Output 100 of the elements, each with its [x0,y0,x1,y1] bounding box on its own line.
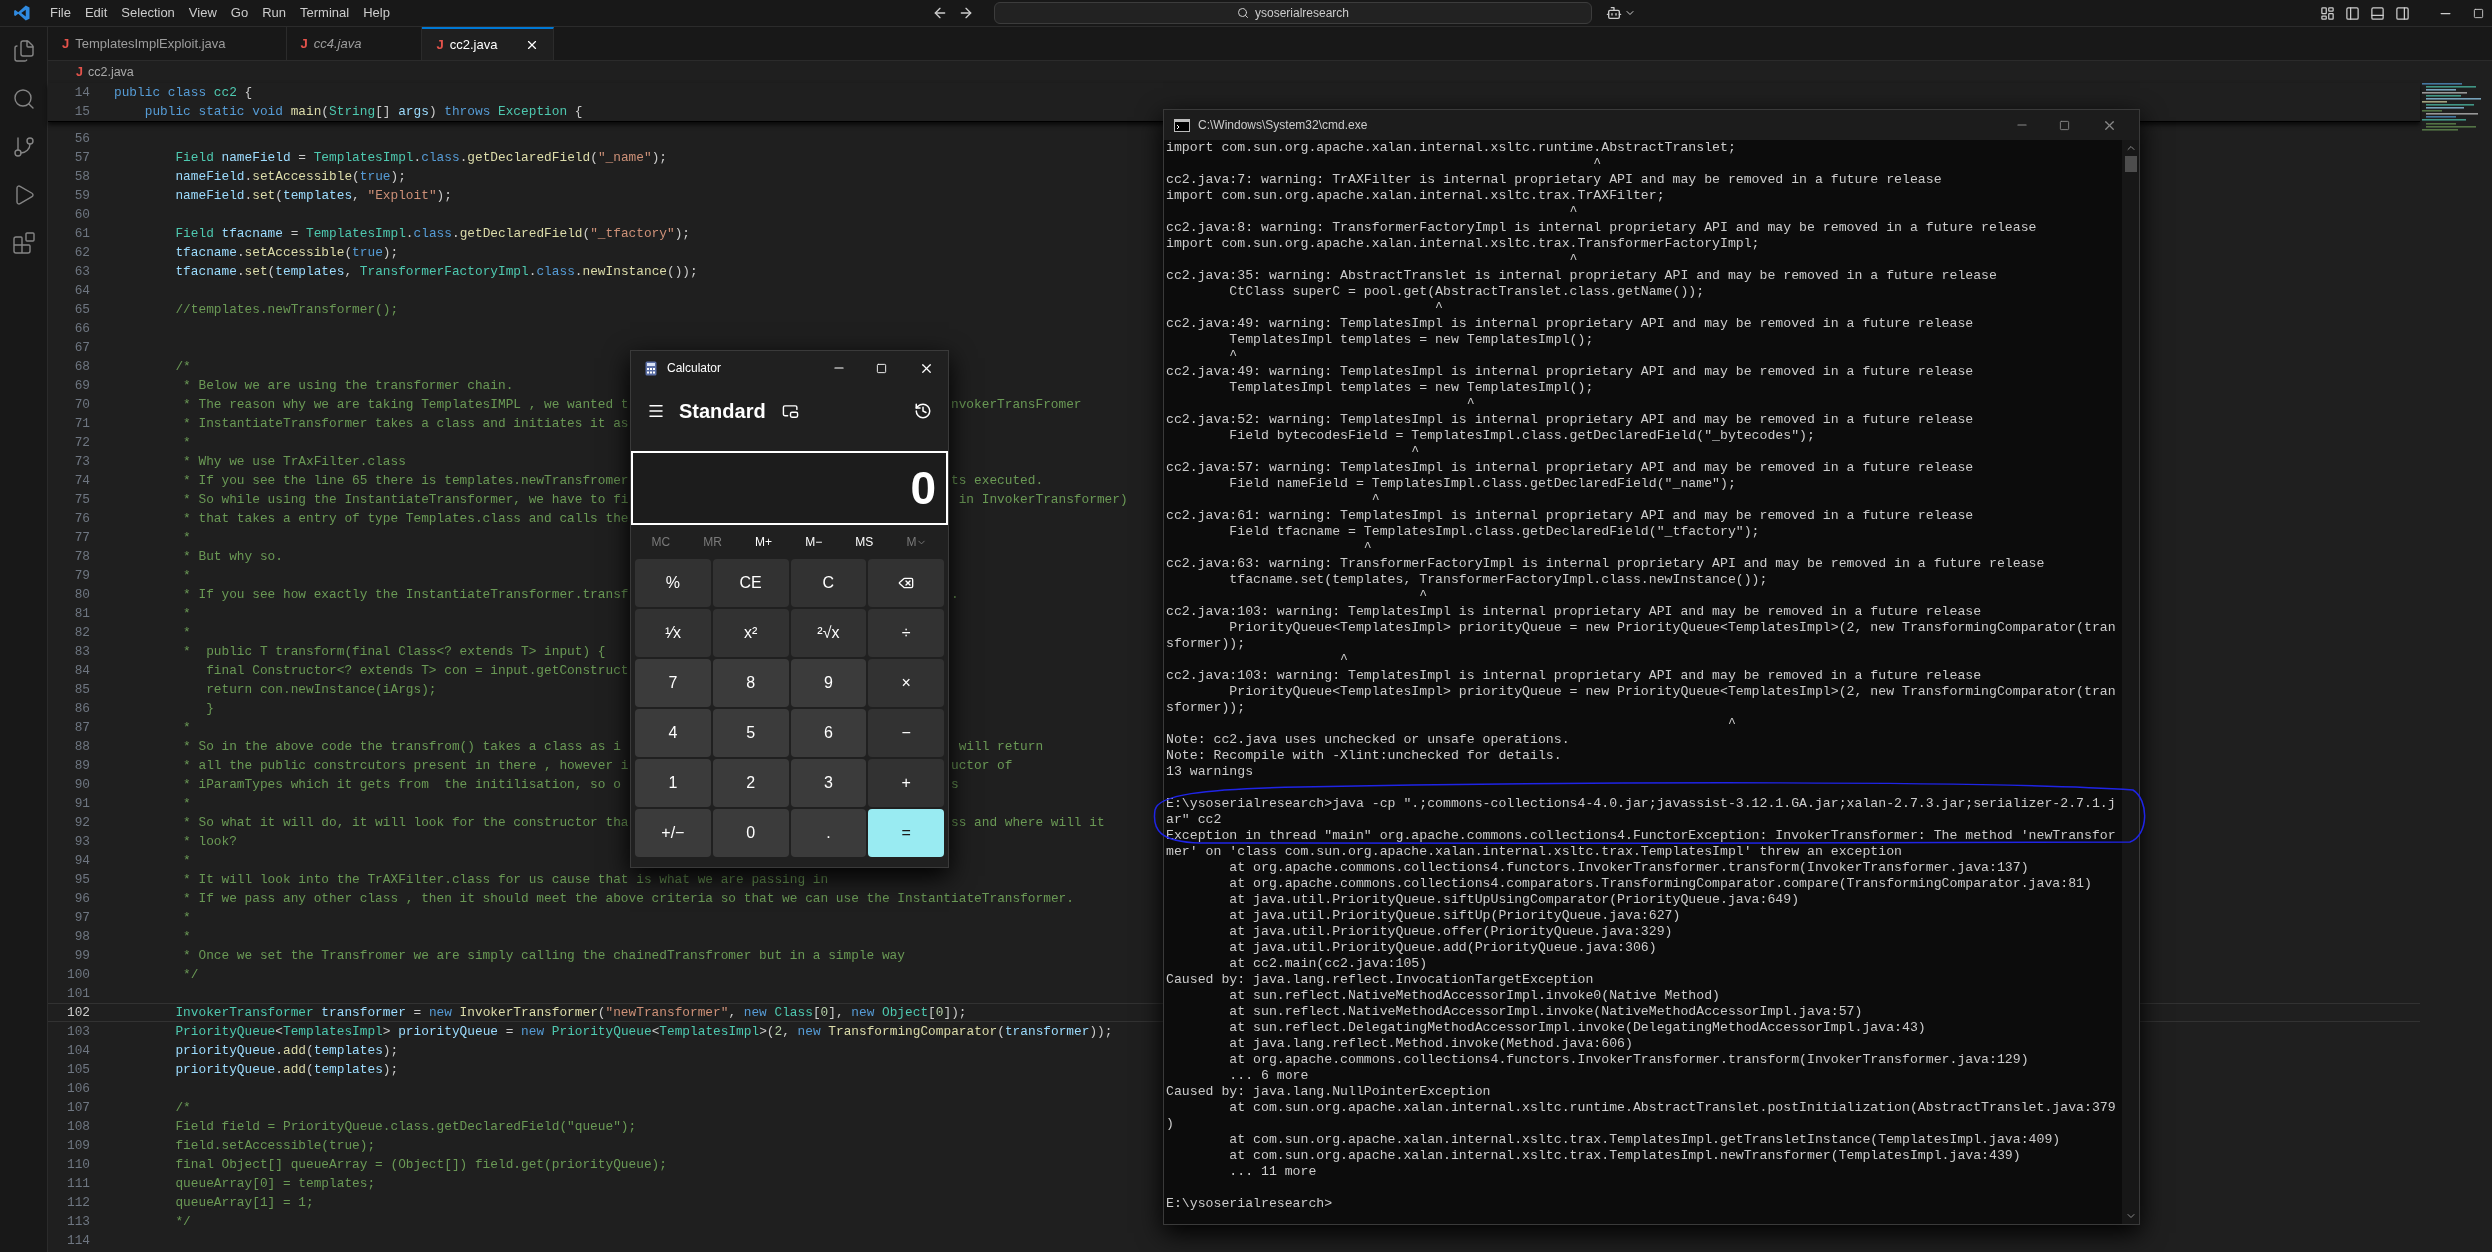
line-number: 61 [73,224,90,243]
panel-left-icon[interactable] [2345,5,2360,21]
code-line: * iParamTypes which it gets from the initilisation, so o [182,775,621,794]
history-icon[interactable] [914,402,932,420]
menu-item[interactable]: Edit [78,3,114,23]
code-line: /* [174,1098,191,1117]
console-line: cc2.java:49: warning: TemplatesImpl is internal proprietary API and may be removed in a future release [1166,364,1974,380]
minimap-drawing[interactable] [2420,83,2484,133]
console-line: ^ [1228,348,1238,364]
calculator-key[interactable]: ÷ [868,609,944,657]
calculator-key[interactable]: C [790,559,867,607]
calculator-key[interactable]: + [868,759,944,807]
calculator-key[interactable]: 9 [790,659,867,707]
calculator-key[interactable]: 1 [635,759,711,807]
calculator-key[interactable]: 5 [712,709,789,757]
memory-button[interactable]: M+ [755,533,773,551]
scrollbar[interactable] [2122,140,2139,1224]
line-number: 59 [73,186,90,205]
editor-tab[interactable]: J cc2.java [422,27,555,60]
console-line: at com.sun.org.apache.xalan.internal.xsltc.runtime.AbstractTranslet.postInitialization(AbstractTranslet.java:379 [1228,1100,2116,1116]
calculator-key[interactable]: +/− [635,809,711,857]
console-line: ^ [1726,716,1736,732]
line-number: 14 [73,83,90,102]
menu-item[interactable]: View [182,3,223,23]
console-line: import com.sun.org.apache.xalan.internal.xsltc.trax.TrAXFilter; [1166,188,1665,204]
java-file-icon: J [300,33,308,54]
code-line-fragment: s [951,775,959,794]
calculator-key[interactable]: 7 [635,659,711,707]
menu-item[interactable]: Help [357,3,396,23]
code-line: nameField.set(templates, "Exploit"); [174,186,452,205]
menu-item[interactable]: Terminal [294,3,356,23]
calculator-key[interactable]: ¹⁄x [635,609,711,657]
calculator-key[interactable]: % [635,559,711,607]
console-line: ) [1166,1116,1174,1132]
line-number: 107 [65,1098,90,1117]
calculator-key[interactable]: ²√x [790,609,867,657]
console-line: ^ [1410,444,1420,460]
search-icon[interactable] [11,87,36,111]
line-number: 76 [73,509,90,528]
backspace-icon [898,575,915,591]
console-line: cc2.java:49: warning: TemplatesImpl is internal proprietary API and may be removed in a future release [1166,316,1974,332]
line-number: 72 [73,433,90,452]
calculator-key[interactable]: = [868,809,944,857]
memory-button[interactable]: M− [805,533,823,551]
menu-item[interactable]: Selection [115,3,181,23]
calculator-key[interactable]: CE [712,559,789,607]
blocks-icon[interactable] [11,231,36,255]
panel-right-icon[interactable] [2395,5,2410,21]
keep-on-top-icon[interactable] [781,402,799,420]
panel-bottom-icon[interactable] [2370,5,2385,21]
display: 0 [631,451,948,525]
memory-button[interactable]: MS [855,533,874,551]
breadcrumb-item[interactable]: cc2.java [87,62,134,82]
calculator-key[interactable]: . [790,809,867,857]
terminal-icon [1174,118,1190,132]
code-line: * that takes a entry of type Templates.class and calls the [182,509,629,528]
robot-icon[interactable] [1606,5,1622,21]
layout-icon[interactable] [2320,5,2335,21]
code-line: * [182,851,191,870]
console-line: Note: Recompile with -Xlint:unchecked for details. [1166,748,1562,764]
menu-icon[interactable] [647,402,665,420]
console-line: at cc2.main(cc2.java:105) [1228,956,1428,972]
console-line: ^ [1434,300,1443,316]
calculator-key[interactable]: × [868,659,944,707]
code-line: nameField.setAccessible(true); [174,167,406,186]
menu-item[interactable]: Go [224,3,255,23]
calculator-key[interactable]: 2 [712,759,789,807]
maximize-icon[interactable] [2473,7,2484,19]
files-icon[interactable] [11,39,36,63]
calculator-key[interactable]: 6 [790,709,867,757]
line-number: 86 [73,699,90,718]
calculator-key[interactable]: − [868,709,944,757]
command-center[interactable]: ysoserialresearch [994,2,1592,24]
line-number: 69 [73,376,90,395]
calculator-key[interactable]: 0 [712,809,789,857]
line-number: 73 [73,452,90,471]
code-line: Field tfacname = TemplatesImpl.class.getDeclaredField("_tfactory"); [174,224,691,243]
code-line: * [182,604,191,623]
console-line: at java.util.PriorityQueue.add(PriorityQueue.java:306) [1228,940,1657,956]
branch-icon[interactable] [11,135,36,159]
calculator-key[interactable] [868,559,944,607]
line-number: 111 [65,1174,90,1193]
console-line: Caused by: java.lang.reflect.InvocationTargetException [1166,972,1594,988]
calculator-key[interactable]: 3 [790,759,867,807]
console-line: ^ [1418,588,1428,604]
console-line: at java.util.PriorityQueue.offer(PriorityQueue.java:329) [1228,924,1673,940]
calculator-key[interactable]: 8 [712,659,789,707]
line-number: 110 [65,1155,90,1174]
calculator-key[interactable]: x² [712,609,789,657]
line-number: 91 [73,794,90,813]
console-line: cc2.java:35: warning: AbstractTranslet is internal proprietary API and may be removed in a future release [1166,268,1997,284]
menu-item[interactable]: File [44,3,77,23]
line-number: 77 [73,528,90,547]
code-line: * If you see how exactly the InstantiateTransformer.transf [182,585,629,604]
calculator-key[interactable]: 4 [635,709,711,757]
console-line: cc2.java:57: warning: TemplatesImpl is internal proprietary API and may be removed in a future release [1166,460,1974,476]
scrollbar-thumb[interactable] [2124,156,2137,172]
code-line-fragment: in InvokerTransformer) [957,490,1128,509]
menu-item[interactable]: Run [256,3,292,23]
console-line: at java.util.PriorityQueue.siftUpUsingComparator(PriorityQueue.java:649) [1228,892,1800,908]
